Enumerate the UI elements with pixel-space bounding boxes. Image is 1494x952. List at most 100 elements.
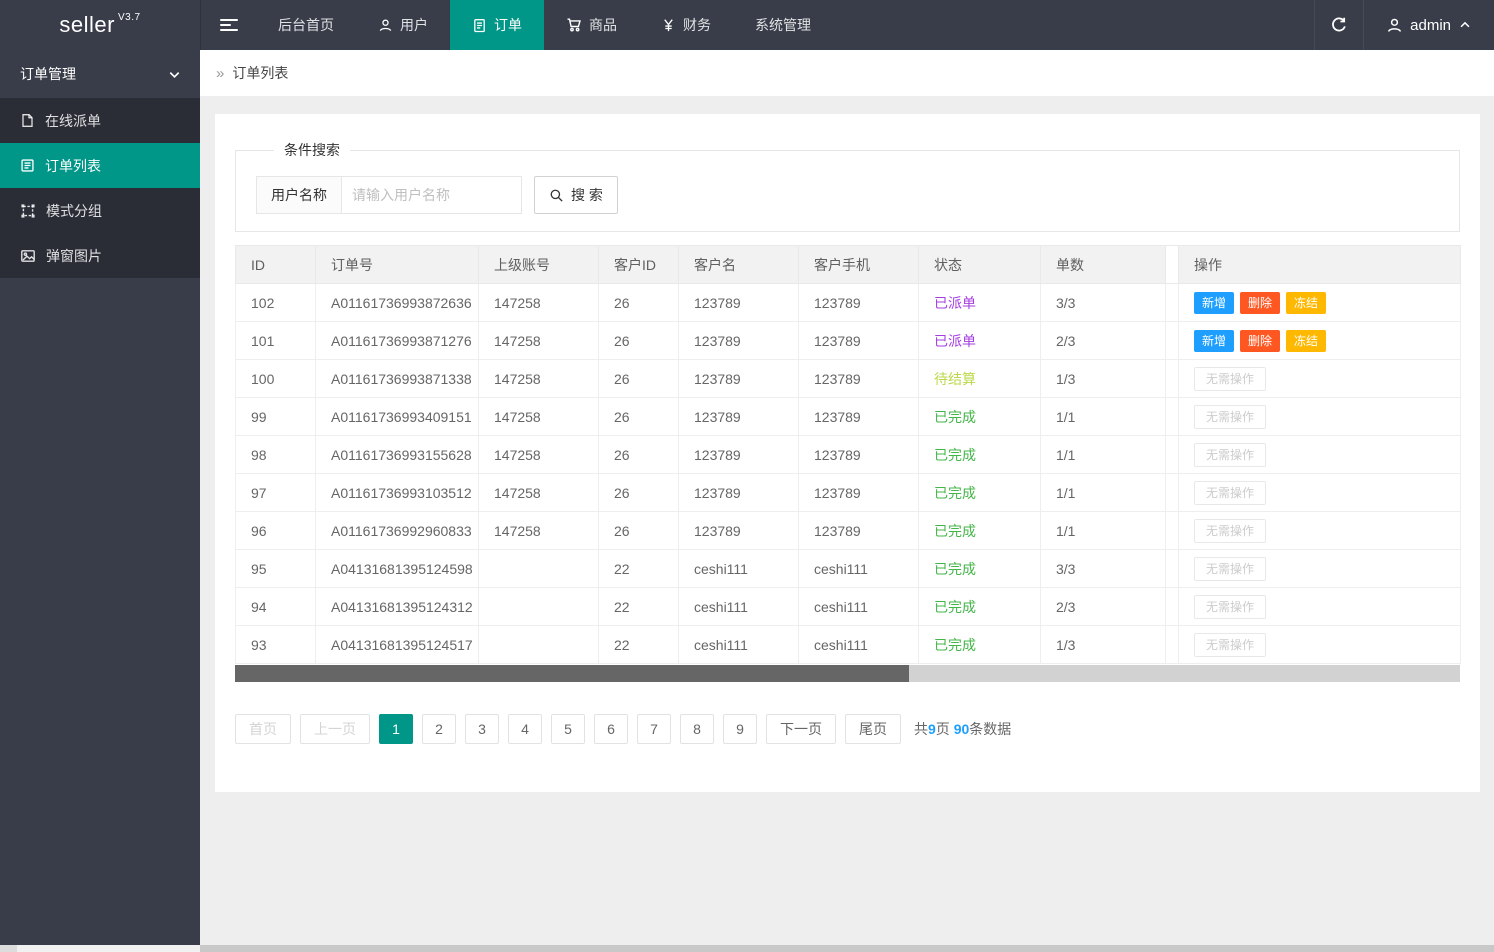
action-button[interactable]: 删除 (1240, 330, 1280, 352)
column-header: 操作 (1179, 246, 1461, 284)
top-nav: 后台首页用户订单 商品 财务系统管理 (256, 0, 833, 50)
sidebar-item-label: 订单列表 (45, 156, 101, 176)
nav-item-label: 商品 (589, 15, 617, 35)
cell-actions: 无需操作 (1179, 398, 1461, 436)
nav-item-3[interactable]: 订单 (450, 0, 544, 50)
cell-customer-id: 22 (599, 550, 679, 588)
refresh-icon[interactable] (1314, 0, 1364, 50)
table-gap-column (1166, 550, 1179, 588)
column-header: 订单号 (316, 246, 479, 284)
cell-order-no: A04131681395124598 (316, 550, 479, 588)
cell-parent-account (479, 550, 599, 588)
sidebar-item-3[interactable]: 模式分组 (0, 188, 200, 233)
prev-page-button: 上一页 (300, 714, 370, 744)
cell-customer-id: 26 (599, 360, 679, 398)
status-badge: 已完成 (934, 523, 976, 539)
cell-id: 97 (236, 474, 316, 512)
column-header: 客户ID (599, 246, 679, 284)
page-number-button[interactable]: 9 (723, 714, 757, 744)
table-gap-column (1166, 360, 1179, 398)
page-number-button[interactable]: 3 (465, 714, 499, 744)
sidebar: 订单管理 在线派单订单列表模式分组弹窗图片 (0, 50, 200, 945)
page-number-button[interactable]: 8 (680, 714, 714, 744)
nav-item-4[interactable]: 商品 (544, 0, 639, 50)
table-row: 100A011617369938713381472582612378912378… (236, 360, 1461, 398)
username-search-input[interactable] (342, 176, 522, 214)
sidebar-item-4[interactable]: 弹窗图片 (0, 233, 200, 278)
top-header: seller V3.7 后台首页用户订单商品财务系统管理 admin (0, 0, 1494, 50)
table-scrollbar-thumb[interactable] (235, 665, 909, 682)
cell-customer-phone: 123789 (799, 474, 919, 512)
table-gap-column (1166, 588, 1179, 626)
cell-customer-name: 123789 (679, 398, 799, 436)
username-field-label: 用户名称 (256, 176, 342, 214)
cell-status: 已派单 (919, 322, 1041, 360)
cell-order-no: A01161736993871276 (316, 322, 479, 360)
last-page-button[interactable]: 尾页 (845, 714, 901, 744)
action-button[interactable]: 冻结 (1286, 292, 1326, 314)
action-button[interactable]: 冻结 (1286, 330, 1326, 352)
cart-icon (566, 17, 582, 33)
action-button[interactable]: 删除 (1240, 292, 1280, 314)
table-horizontal-scrollbar[interactable] (235, 665, 1460, 682)
cell-parent-account: 147258 (479, 398, 599, 436)
action-button[interactable]: 新增 (1194, 292, 1234, 314)
nav-item-5[interactable]: 财务 (639, 0, 733, 50)
user-menu[interactable]: admin (1364, 0, 1494, 50)
nav-item-6[interactable]: 系统管理 (733, 0, 833, 50)
user-icon (378, 18, 393, 33)
action-button[interactable]: 新增 (1194, 330, 1234, 352)
page-number-button[interactable]: 2 (422, 714, 456, 744)
breadcrumb-current: 订单列表 (232, 63, 288, 83)
next-page-button[interactable]: 下一页 (766, 714, 836, 744)
page-scrollbar-thumb[interactable] (200, 945, 1494, 952)
cell-parent-account: 147258 (479, 474, 599, 512)
cell-status: 待结算 (919, 360, 1041, 398)
sidebar-item-1[interactable]: 在线派单 (0, 98, 200, 143)
table-gap-column (1166, 284, 1179, 322)
page-horizontal-scrollbar[interactable] (0, 945, 1494, 952)
cell-order-no: A01161736993409151 (316, 398, 479, 436)
cell-status: 已完成 (919, 512, 1041, 550)
document-icon (472, 18, 487, 33)
cell-status: 已完成 (919, 626, 1041, 664)
cell-actions: 无需操作 (1179, 436, 1461, 474)
table-row: 98A0116173699315562814725826123789123789… (236, 436, 1461, 474)
nav-item-2[interactable]: 用户 (356, 0, 450, 50)
status-badge: 已完成 (934, 409, 976, 425)
cell-id: 102 (236, 284, 316, 322)
table-gap-column (1166, 246, 1179, 284)
user-icon (1386, 17, 1403, 34)
page-number-button[interactable]: 6 (594, 714, 628, 744)
sidebar-item-2[interactable]: 订单列表 (0, 143, 200, 188)
no-action-badge: 无需操作 (1194, 633, 1266, 657)
cell-id: 96 (236, 512, 316, 550)
search-button[interactable]: 搜 索 (534, 176, 618, 214)
status-badge: 已完成 (934, 561, 976, 577)
cell-count: 1/1 (1041, 474, 1166, 512)
list-icon (20, 158, 35, 173)
cell-customer-id: 26 (599, 436, 679, 474)
cell-id: 93 (236, 626, 316, 664)
cell-customer-name: 123789 (679, 360, 799, 398)
column-header: 客户名 (679, 246, 799, 284)
cell-count: 1/3 (1041, 360, 1166, 398)
page-number-button[interactable]: 5 (551, 714, 585, 744)
cell-order-no: A01161736993103512 (316, 474, 479, 512)
column-header: 状态 (919, 246, 1041, 284)
page-number-button[interactable]: 4 (508, 714, 542, 744)
table-row: 94A0413168139512431222ceshi111ceshi111已完… (236, 588, 1461, 626)
sidebar-collapse-icon[interactable] (200, 0, 256, 50)
cell-status: 已完成 (919, 474, 1041, 512)
page-number-button[interactable]: 1 (379, 714, 413, 744)
cell-customer-phone: 123789 (799, 322, 919, 360)
table-gap-column (1166, 474, 1179, 512)
cell-parent-account (479, 626, 599, 664)
scrollbar-left-button[interactable] (0, 945, 17, 952)
cell-customer-phone: 123789 (799, 360, 919, 398)
cell-parent-account: 147258 (479, 322, 599, 360)
page-number-button[interactable]: 7 (637, 714, 671, 744)
sidebar-group-orders[interactable]: 订单管理 (0, 50, 200, 98)
nav-item-1[interactable]: 后台首页 (256, 0, 356, 50)
page-icon (20, 113, 35, 128)
